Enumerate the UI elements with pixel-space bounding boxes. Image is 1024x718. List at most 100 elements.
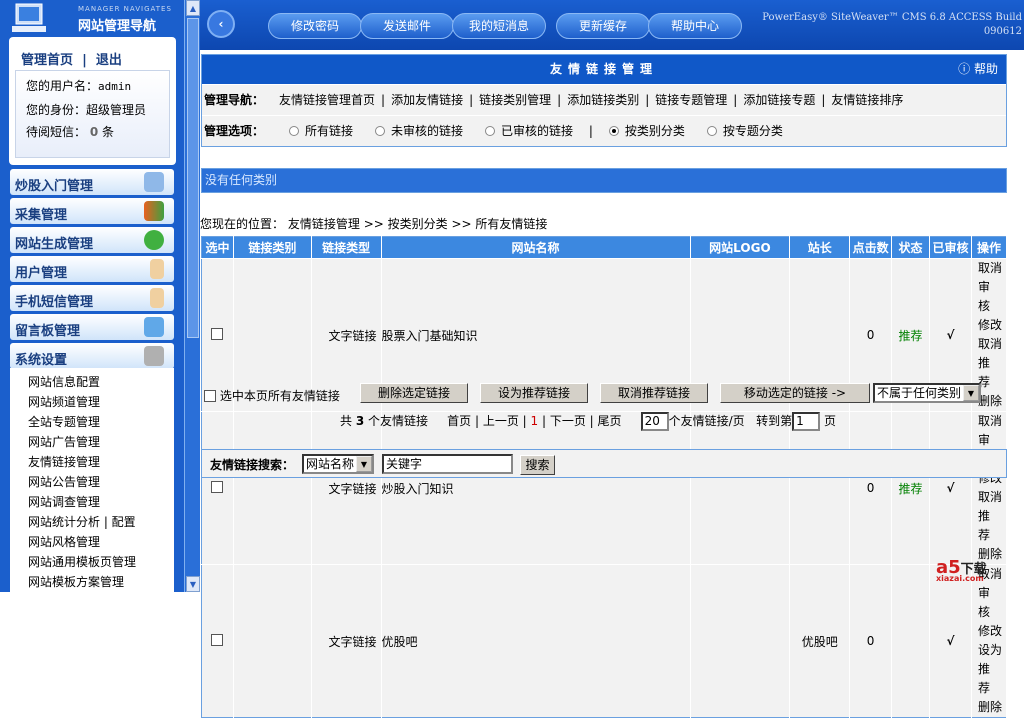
next-page[interactable]: 下一页 bbox=[550, 414, 586, 428]
toggle-recommend-link[interactable]: 取消推荐 bbox=[978, 490, 1002, 542]
per-page-input[interactable]: 20 bbox=[640, 412, 669, 431]
username-label: 您的用户名： bbox=[26, 79, 99, 93]
submenu-item[interactable]: 网站频道管理 bbox=[10, 390, 174, 410]
back-button[interactable]: ‹ bbox=[207, 10, 235, 38]
home-link[interactable]: 管理首页 bbox=[21, 53, 73, 68]
goto-input[interactable]: 1 bbox=[792, 412, 821, 431]
select-all-label: 选中本页所有友情链接 bbox=[219, 389, 340, 403]
menu-sms[interactable]: 手机短信管理 bbox=[10, 285, 174, 311]
submenu-item[interactable]: 网站模板方案管理 bbox=[10, 570, 174, 590]
set-recommend-button[interactable]: 设为推荐链接 bbox=[480, 383, 588, 403]
option-radio[interactable]: 所有链接 bbox=[279, 124, 359, 138]
radio-button[interactable] bbox=[706, 126, 717, 136]
menu-guestbook[interactable]: 留言板管理 bbox=[10, 314, 174, 340]
search-field-select[interactable]: 网站名称 ▼ bbox=[302, 454, 374, 474]
menu-settings[interactable]: 系统设置 bbox=[10, 343, 174, 369]
move-selected-button[interactable]: 移动选定的链接 -> bbox=[720, 383, 870, 403]
total-pre: 共 bbox=[340, 414, 353, 428]
search-input[interactable]: 关键字 bbox=[382, 454, 513, 474]
option-radio[interactable]: 未审核的链接 bbox=[365, 124, 469, 138]
scroll-thumb[interactable] bbox=[187, 18, 199, 338]
select-all-checkbox[interactable] bbox=[204, 390, 216, 402]
category-cell bbox=[233, 564, 312, 718]
notepad-icon bbox=[144, 317, 164, 337]
breadcrumb-item[interactable]: 友情链接管理 bbox=[288, 217, 360, 231]
edit-link[interactable]: 修改 bbox=[978, 624, 1002, 638]
nav-link[interactable]: 添加链接类别 bbox=[567, 93, 639, 107]
nav-link[interactable]: 友情链接排序 bbox=[831, 93, 903, 107]
change-password-button[interactable]: 修改密码 bbox=[268, 13, 362, 39]
radio-button[interactable] bbox=[375, 126, 386, 136]
select-all[interactable]: 选中本页所有友情链接 bbox=[204, 387, 340, 404]
submenu-item[interactable]: 网站公告管理 bbox=[10, 470, 174, 490]
owner-cell bbox=[789, 411, 851, 565]
update-cache-button[interactable]: 更新缓存 bbox=[556, 13, 650, 39]
cancel-recommend-button[interactable]: 取消推荐链接 bbox=[600, 383, 708, 403]
send-mail-button[interactable]: 发送邮件 bbox=[360, 13, 454, 39]
nav-link[interactable]: 添加友情链接 bbox=[391, 93, 463, 107]
toggle-recommend-link[interactable]: 设为推荐 bbox=[978, 643, 1002, 695]
scroll-down-icon[interactable]: ▼ bbox=[186, 576, 200, 592]
prev-page[interactable]: 上一页 bbox=[483, 414, 519, 428]
delete-selected-button[interactable]: 删除选定链接 bbox=[360, 383, 468, 403]
my-messages-button[interactable]: 我的短消息 bbox=[452, 13, 546, 39]
status-cell bbox=[891, 564, 931, 718]
search-button[interactable]: 搜索 bbox=[520, 455, 555, 475]
help-link[interactable]: ⓘ 帮助 bbox=[958, 55, 998, 84]
row-checkbox[interactable] bbox=[211, 327, 224, 340]
radio-button[interactable] bbox=[289, 126, 299, 136]
submenu-item[interactable]: 友情链接管理 bbox=[10, 450, 174, 470]
breadcrumb: 您现在的位置： 友情链接管理 >> 按类别分类 >> 所有友情链接 bbox=[200, 215, 547, 232]
menu-stock[interactable]: 炒股入门管理 bbox=[10, 169, 174, 195]
column-header: 点击数 bbox=[849, 236, 893, 259]
row-checkbox[interactable] bbox=[211, 633, 224, 646]
menu-generate[interactable]: 网站生成管理 bbox=[10, 227, 174, 253]
breadcrumb-item[interactable]: 按类别分类 bbox=[388, 217, 448, 231]
submenu-item[interactable]: 网站广告管理 bbox=[10, 430, 174, 450]
nav-separator: | bbox=[381, 93, 386, 107]
toggle-audit-link[interactable]: 取消审核 bbox=[978, 261, 1002, 313]
nav-link[interactable]: 友情链接管理首页 bbox=[279, 93, 375, 107]
last-page[interactable]: 尾页 bbox=[598, 414, 622, 428]
site-name-cell[interactable]: 炒股入门知识 bbox=[381, 411, 691, 565]
menu-label: 炒股入门管理 bbox=[15, 179, 94, 194]
site-name-cell[interactable]: 优股吧 bbox=[381, 564, 691, 718]
submenu-item[interactable]: 网站调查管理 bbox=[10, 490, 174, 510]
submenu-item[interactable]: 网站风格管理 bbox=[10, 530, 174, 550]
goto-label: 转到第 bbox=[756, 414, 793, 428]
watermark-logo: a5下载 xiazai.com bbox=[936, 557, 987, 583]
sidebar-scrollbar[interactable]: ▲ ▼ bbox=[184, 0, 200, 592]
move-target-select[interactable]: 不属于任何类别 ▼ bbox=[873, 383, 981, 403]
submenu-item[interactable]: 网站统计分析 | 配置 bbox=[10, 510, 174, 530]
option-label: 按类别分类 bbox=[624, 124, 685, 138]
option-radio[interactable]: 已审核的链接 bbox=[475, 124, 579, 138]
delete-link[interactable]: 删除 bbox=[978, 700, 1002, 714]
delete-link[interactable]: 删除 bbox=[978, 394, 1002, 408]
nav-separator: | bbox=[733, 93, 738, 107]
menu-users[interactable]: 用户管理 bbox=[10, 256, 174, 282]
toggle-recommend-link[interactable]: 取消推荐 bbox=[978, 337, 1002, 389]
scroll-up-icon[interactable]: ▲ bbox=[186, 0, 200, 16]
audited-cell: √ bbox=[929, 411, 972, 565]
option-radio[interactable]: 按类别分类 bbox=[599, 124, 691, 138]
nav-separator: | bbox=[557, 93, 562, 107]
submenu-item[interactable]: 全站专题管理 bbox=[10, 410, 174, 430]
submenu-item[interactable]: 网站通用模板页管理 bbox=[10, 550, 174, 570]
nav-link[interactable]: 链接专题管理 bbox=[655, 93, 727, 107]
nav-link[interactable]: 添加链接专题 bbox=[743, 93, 815, 107]
category-cell bbox=[233, 411, 312, 565]
nav-link[interactable]: 链接类别管理 bbox=[479, 93, 551, 107]
menu-collect[interactable]: 采集管理 bbox=[10, 198, 174, 224]
radio-button[interactable] bbox=[485, 126, 496, 136]
radio-button[interactable] bbox=[608, 126, 619, 136]
select-cell bbox=[201, 564, 234, 718]
first-page[interactable]: 首页 bbox=[447, 414, 471, 428]
logout-link[interactable]: 退出 bbox=[96, 53, 122, 68]
row-checkbox[interactable] bbox=[211, 480, 224, 493]
edit-link[interactable]: 修改 bbox=[978, 318, 1002, 332]
column-header: 链接类别 bbox=[233, 236, 312, 259]
option-radio[interactable]: 按专题分类 bbox=[697, 124, 789, 138]
submenu-item[interactable]: 网站信息配置 bbox=[10, 370, 174, 390]
nav-label: 管理导航： bbox=[204, 93, 265, 107]
help-center-button[interactable]: 帮助中心 bbox=[648, 13, 742, 39]
